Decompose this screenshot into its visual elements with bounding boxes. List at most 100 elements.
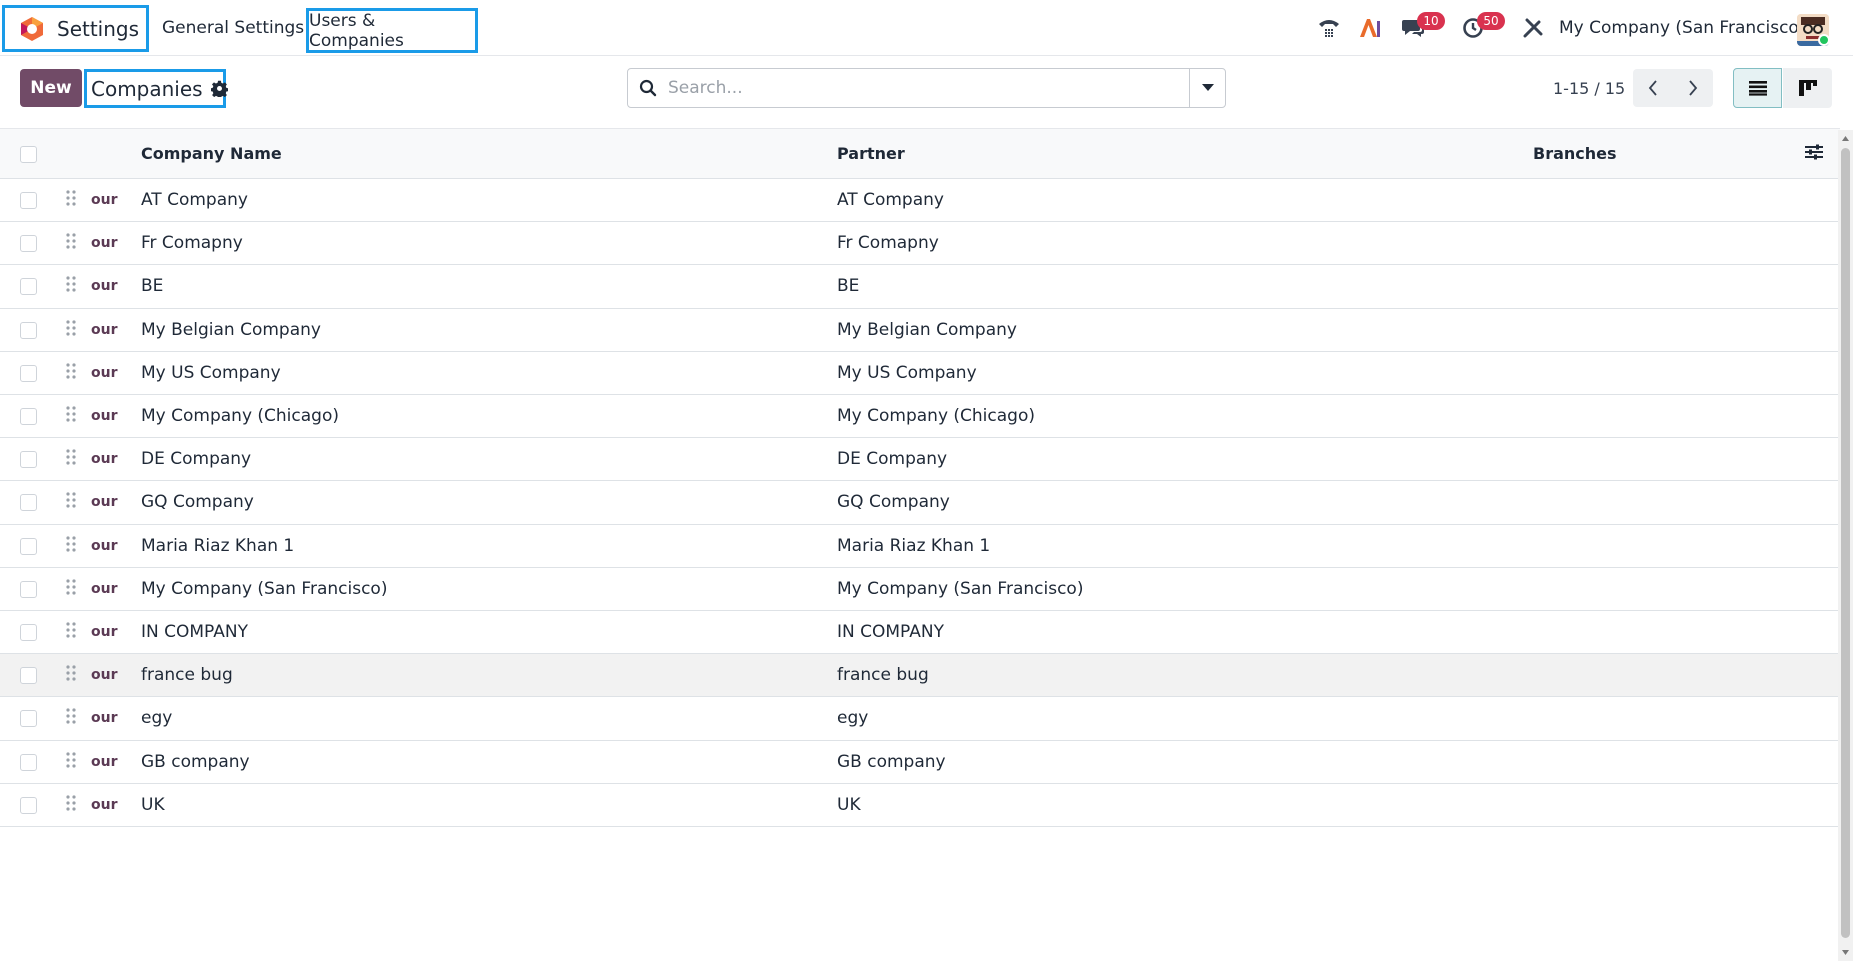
column-company-name[interactable]: Company Name (141, 144, 282, 163)
list-view-button[interactable] (1733, 68, 1782, 108)
activities-badge: 50 (1477, 12, 1505, 30)
search-options-toggle[interactable] (1189, 69, 1225, 107)
table-row[interactable]: our My Company (San Francisco) My Company … (0, 568, 1840, 611)
row-checkbox[interactable] (20, 580, 37, 598)
cell-partner: My Company (Chicago) (837, 406, 1035, 426)
table-row[interactable]: our My Company (Chicago) My Company (Chica… (0, 395, 1840, 439)
drag-handle-icon[interactable] (66, 622, 76, 642)
caret-down-icon (1201, 84, 1214, 91)
table-row[interactable]: our GB company GB company (0, 741, 1840, 784)
drag-handle-icon[interactable] (66, 319, 76, 340)
debug-tools-icon[interactable] (1520, 14, 1546, 42)
gear-icon[interactable] (210, 80, 228, 97)
company-logo-text: our (91, 364, 118, 381)
row-checkbox[interactable] (20, 710, 37, 728)
row-checkbox[interactable] (20, 537, 37, 555)
chevron-left-icon (1648, 80, 1657, 96)
drag-handle-icon[interactable] (66, 579, 76, 599)
select-all-checkbox[interactable] (20, 146, 37, 163)
optional-columns-icon[interactable] (1804, 143, 1824, 165)
cell-partner: france bug (837, 665, 929, 686)
row-checkbox[interactable] (20, 278, 37, 296)
table-row[interactable]: our AT Company AT Company (0, 179, 1840, 223)
table-row[interactable]: our Fr Comapny Fr Comapny (0, 222, 1840, 266)
messages-icon[interactable]: 10 (1400, 12, 1445, 42)
table-row[interactable]: our My US Company My US Company (0, 352, 1840, 395)
company-logo-text: our (91, 451, 118, 468)
drag-handle-icon[interactable] (66, 795, 76, 815)
cell-company-name: My Company (Chicago) (141, 406, 339, 426)
search-bar (627, 68, 1226, 108)
drag-handle-icon[interactable] (66, 665, 76, 685)
top-navbar: Settings General Settings Users & Compan… (0, 0, 1853, 56)
table-row[interactable]: our Maria Riaz Khan 1 Maria Riaz Khan 1 (0, 525, 1840, 568)
cell-partner: My Company (San Francisco) (837, 578, 1084, 599)
cell-partner: BE (837, 276, 860, 297)
row-checkbox[interactable] (20, 192, 37, 209)
company-logo-text: our (91, 624, 118, 640)
table-row[interactable]: our My Belgian Company My Belgian Company (0, 309, 1840, 352)
ai-icon[interactable] (1357, 14, 1383, 42)
kanban-view-button[interactable] (1783, 68, 1832, 108)
row-checkbox[interactable] (20, 451, 37, 469)
company-logo-text: our (91, 753, 118, 770)
pager-next-button[interactable] (1673, 69, 1713, 107)
online-status-dot (1818, 34, 1830, 46)
row-checkbox[interactable] (20, 796, 37, 814)
search-input[interactable] (668, 78, 1189, 98)
scrollbar-thumb[interactable] (1841, 148, 1850, 938)
drag-handle-icon[interactable] (66, 406, 76, 426)
table-row[interactable]: our GQ Company GQ Company (0, 481, 1840, 525)
drag-handle-icon[interactable] (66, 751, 76, 772)
row-checkbox[interactable] (20, 408, 37, 425)
drag-handle-icon[interactable] (66, 190, 76, 210)
column-partner[interactable]: Partner (837, 144, 905, 163)
drag-handle-icon[interactable] (66, 363, 76, 383)
row-checkbox[interactable] (20, 494, 37, 512)
table-row[interactable]: our BE BE (0, 265, 1840, 309)
app-title: Settings (57, 16, 140, 41)
phone-icon[interactable] (1316, 14, 1342, 42)
row-checkbox[interactable] (20, 753, 37, 771)
cell-company-name: BE (141, 276, 164, 297)
row-checkbox[interactable] (20, 624, 37, 641)
table-row[interactable]: our egy egy (0, 697, 1840, 741)
row-checkbox[interactable] (20, 321, 37, 339)
cell-company-name: Maria Riaz Khan 1 (141, 535, 295, 556)
cell-company-name: DE Company (141, 449, 252, 470)
table-row[interactable]: our france bug france bug (0, 654, 1840, 698)
menu-users-companies[interactable]: Users & Companies (306, 8, 478, 53)
vertical-scrollbar[interactable] (1838, 130, 1853, 961)
search-icon (628, 79, 668, 97)
cell-company-name: My Company (San Francisco) (141, 578, 388, 599)
table-row[interactable]: our UK UK (0, 784, 1840, 827)
table-row[interactable]: our DE Company DE Company (0, 438, 1840, 482)
table-row[interactable]: our IN COMPANY IN COMPANY (0, 611, 1840, 655)
menu-general-settings[interactable]: General Settings (162, 18, 304, 38)
drag-handle-icon[interactable] (66, 492, 76, 512)
drag-handle-icon[interactable] (66, 233, 76, 253)
company-logo-text: our (91, 796, 118, 813)
row-checkbox[interactable] (20, 364, 37, 382)
company-logo-text: our (91, 667, 118, 684)
drag-handle-icon[interactable] (66, 276, 76, 296)
drag-handle-icon[interactable] (66, 449, 76, 469)
row-checkbox[interactable] (20, 235, 37, 253)
cell-partner: Fr Comapny (837, 233, 939, 254)
pager-previous-button[interactable] (1633, 69, 1673, 107)
drag-handle-icon[interactable] (66, 708, 76, 728)
row-checkbox[interactable] (20, 667, 37, 685)
pager-value[interactable]: 1-15 / 15 (1553, 79, 1625, 98)
odoo-logo-icon (21, 16, 43, 41)
column-branches[interactable]: Branches (1533, 144, 1617, 163)
new-button[interactable]: New (20, 69, 82, 107)
messages-badge: 10 (1417, 12, 1445, 30)
app-menu-settings[interactable]: Settings (2, 5, 149, 52)
activities-clock-icon[interactable]: 50 (1460, 12, 1505, 42)
list-icon (1748, 81, 1767, 96)
company-switcher[interactable]: My Company (San Francisco) (1559, 18, 1805, 38)
company-logo-text: our (91, 278, 118, 295)
drag-handle-icon[interactable] (66, 535, 76, 556)
cell-partner: DE Company (837, 449, 948, 470)
page-title: Companies (91, 76, 203, 101)
